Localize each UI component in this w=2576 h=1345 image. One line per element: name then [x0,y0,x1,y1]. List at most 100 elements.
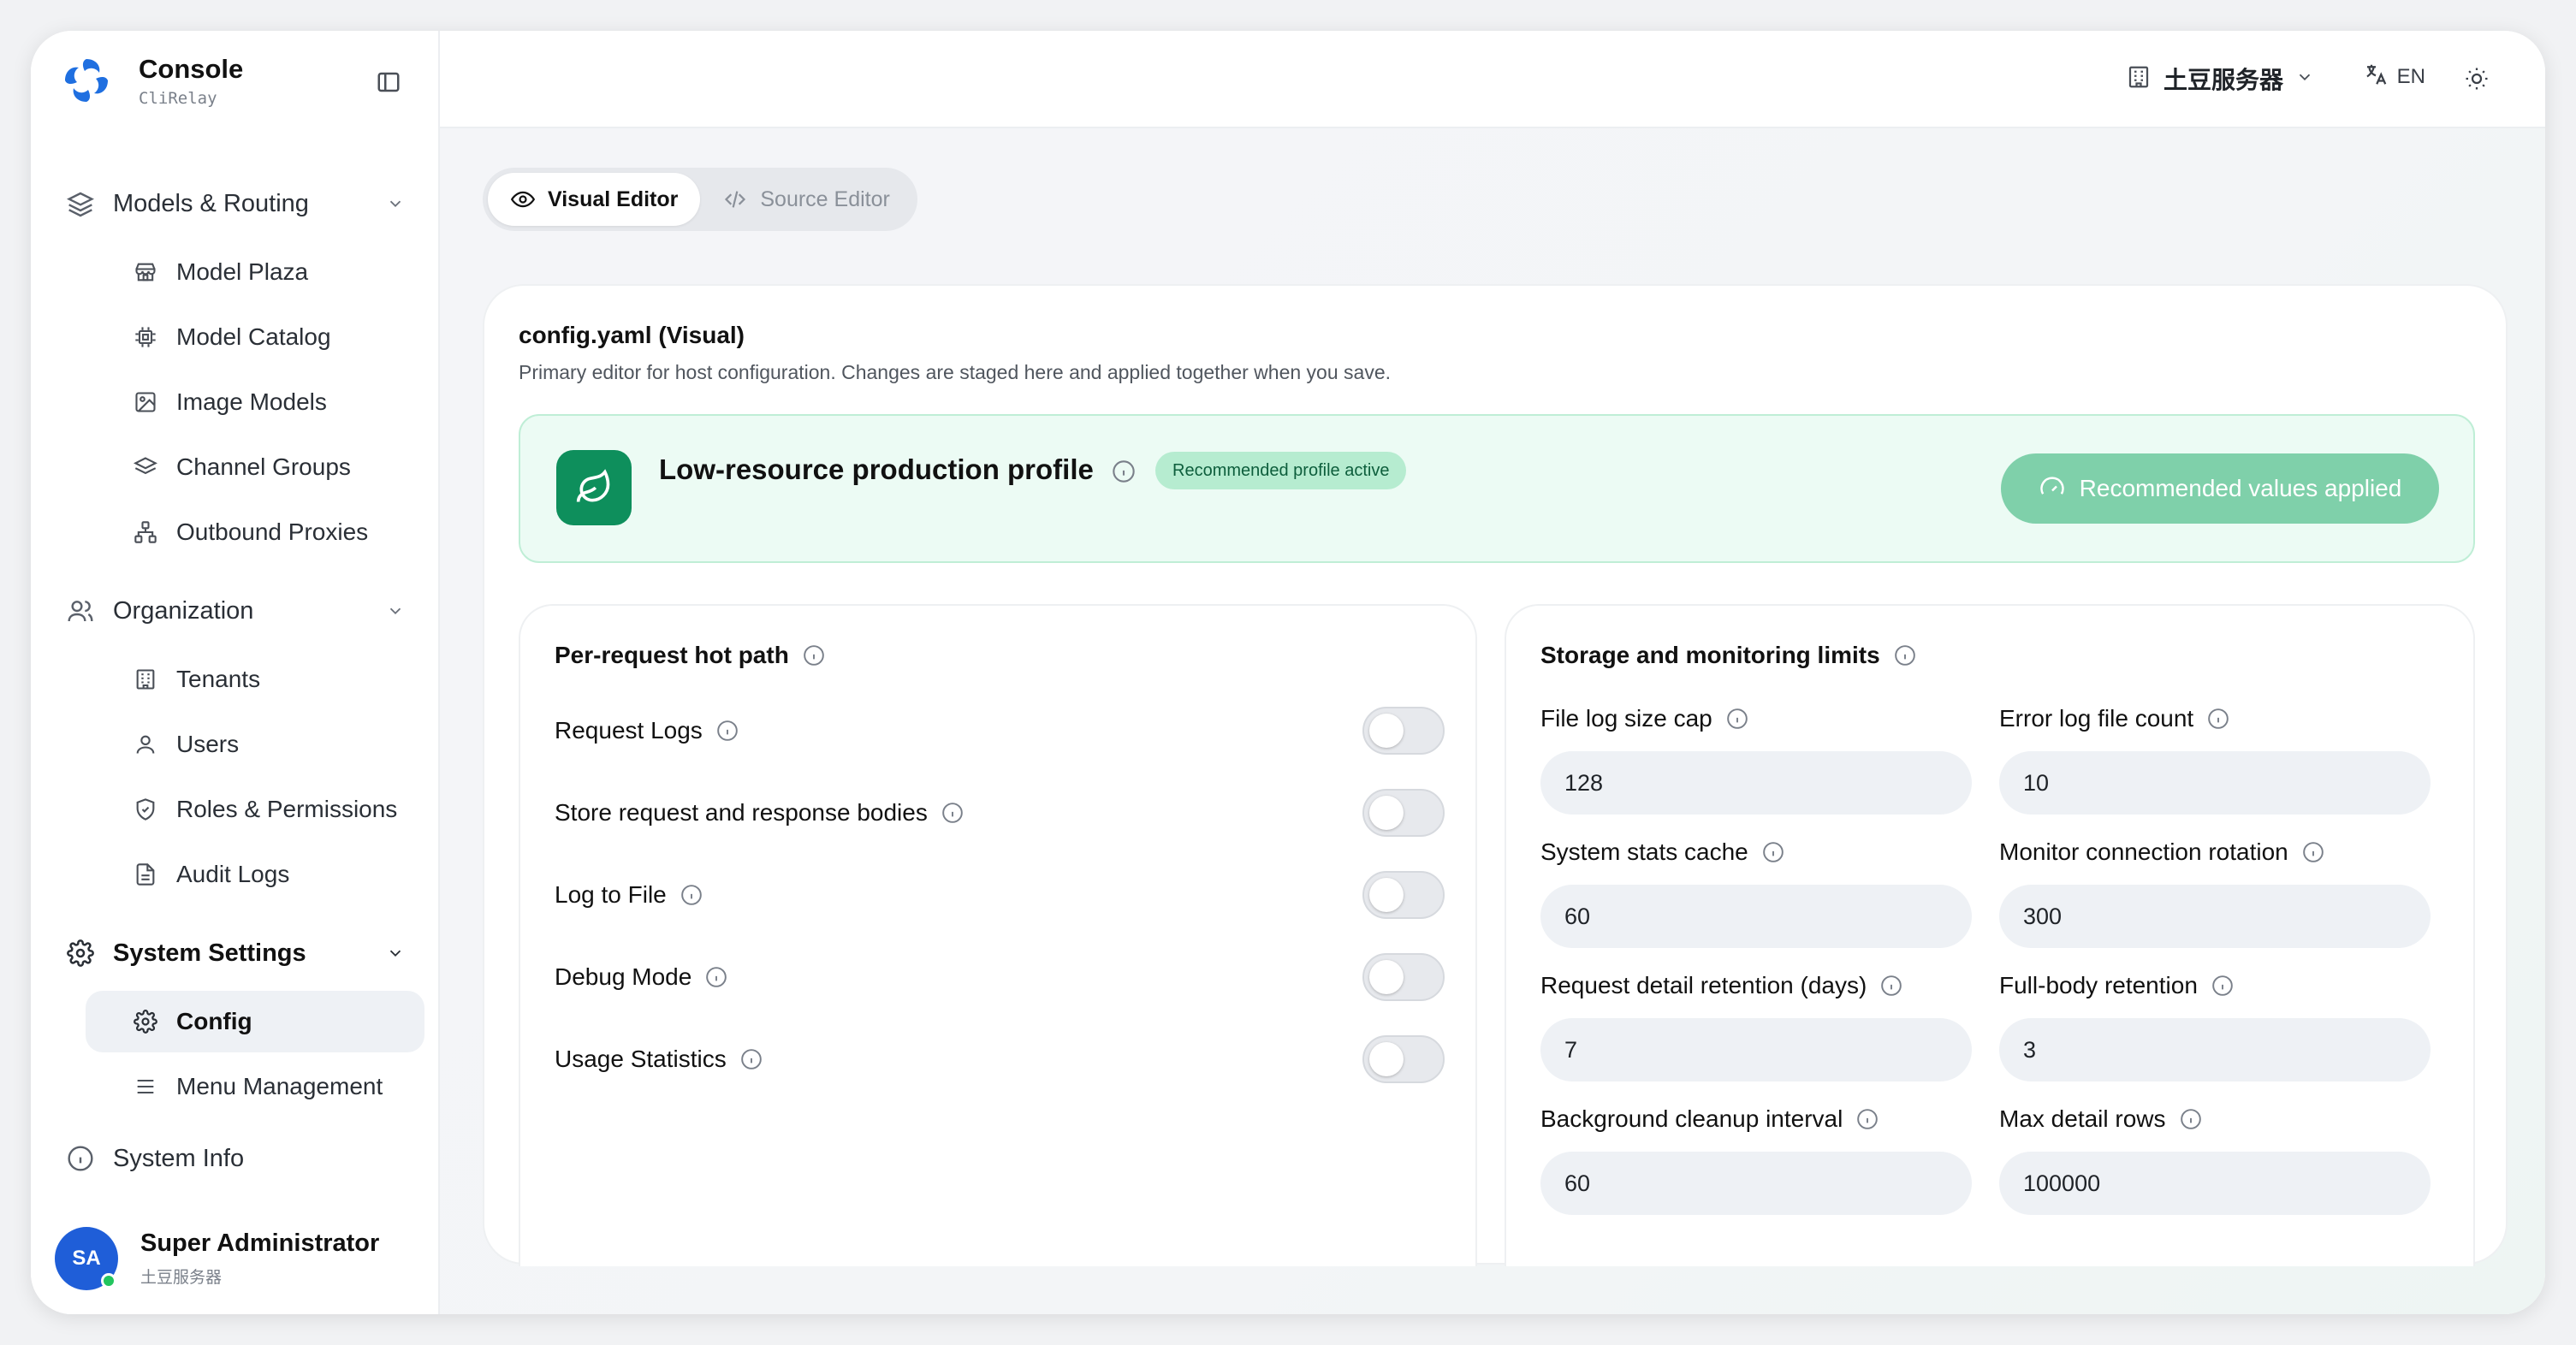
info-icon[interactable] [801,643,827,668]
store-bodies-toggle[interactable] [1362,789,1445,837]
brand-subtitle: CliRelay [139,89,217,108]
log-to-file-toggle[interactable] [1362,871,1445,919]
toggle-row-store-bodies: Store request and response bodies [555,787,1445,838]
users-icon [65,595,96,626]
avatar: SA [55,1227,118,1290]
info-icon[interactable] [1724,706,1750,732]
file-log-size-cap-input[interactable] [1540,751,1972,815]
sidebar-item-label: Model Catalog [176,323,331,350]
sidebar-item-label: Menu Management [176,1073,383,1099]
tab-source-editor[interactable]: Source Editor [700,173,911,226]
brand-logo-icon [65,59,108,102]
sidebar-item-tenants[interactable]: Tenants [86,649,424,710]
info-icon[interactable] [1879,973,1904,998]
field-background-cleanup-interval: Background cleanup interval [1540,1102,1972,1215]
info-icon[interactable] [2178,1106,2204,1132]
hot-path-panel: Per-request hot path Request Logs Store … [519,604,1477,1266]
sidebar-item-system-info[interactable]: System Info [65,1135,416,1182]
limits-panel: Storage and monitoring limits File log s… [1505,604,2475,1266]
error-log-file-count-input[interactable] [1999,751,2431,815]
info-icon[interactable] [2205,706,2231,732]
theme-toggle-button[interactable] [2460,62,2494,96]
info-icon[interactable] [1892,643,1918,668]
main-content: 土豆服务器 EN Visual Editor Source Editor con [440,31,2545,1314]
leaf-icon [556,450,632,525]
tab-label: Visual Editor [548,187,679,211]
info-icon[interactable] [679,882,704,908]
debug-mode-toggle[interactable] [1362,953,1445,1001]
sidebar-item-label: Roles & Permissions [176,796,398,822]
usage-statistics-toggle[interactable] [1362,1035,1445,1083]
sidebar-item-roles-permissions[interactable]: Roles & Permissions [86,779,424,840]
sidebar-item-label: Model Plaza [176,258,309,285]
language-label: EN [2396,64,2425,88]
tab-visual-editor[interactable]: Visual Editor [488,173,701,226]
sidebar-item-label: Config [176,1008,252,1034]
info-icon[interactable] [940,800,965,826]
info-icon[interactable] [1855,1106,1880,1132]
menu-icon [132,1073,159,1100]
request-logs-toggle[interactable] [1362,707,1445,755]
field-monitor-connection-rotation: Monitor connection rotation [1999,835,2431,948]
sidebar-item-label: Outbound Proxies [176,518,369,545]
nav-group-label: Models & Routing [113,189,309,217]
store-icon [132,258,159,286]
document-icon [132,861,159,888]
info-icon[interactable] [739,1046,764,1072]
sidebar-item-audit-logs[interactable]: Audit Logs [86,844,424,905]
brand[interactable]: Console CliRelay [62,53,243,108]
sidebar-item-image-models[interactable]: Image Models [86,371,424,433]
sidebar-item-label: Tenants [176,666,261,692]
field-full-body-retention: Full-body retention [1999,969,2431,1081]
toggle-knob [1369,1042,1404,1076]
nav-group-system-settings[interactable]: System Settings [65,929,416,977]
eye-icon [510,187,536,212]
sun-icon [2466,68,2488,90]
info-icon[interactable] [1760,839,1786,865]
sidebar-collapse-button[interactable] [371,65,406,99]
building-icon [2126,64,2152,94]
chip-icon [132,323,159,351]
tab-label: Source Editor [760,187,890,211]
online-status-dot [101,1273,116,1289]
background-cleanup-interval-input[interactable] [1540,1152,1972,1215]
sidebar-item-menu-management[interactable]: Menu Management [86,1056,424,1117]
recommended-values-applied-button[interactable]: Recommended values applied [2001,453,2439,524]
toggle-knob [1369,714,1404,748]
sidebar-item-users[interactable]: Users [86,714,424,775]
sidebar-item-model-plaza[interactable]: Model Plaza [86,241,424,303]
sidebar-item-config[interactable]: Config [86,991,424,1052]
monitor-connection-rotation-input[interactable] [1999,885,2431,948]
nav-group-organization[interactable]: Organization [65,587,416,635]
info-icon[interactable] [1111,459,1137,484]
max-detail-rows-input[interactable] [1999,1152,2431,1215]
user-org: 土豆服务器 [140,1269,223,1287]
config-description: Primary editor for host configuration. C… [519,361,1392,383]
nav-group-models-routing[interactable]: Models & Routing [65,180,416,228]
gear-icon [65,938,96,969]
sidebar-item-channel-groups[interactable]: Channel Groups [86,436,424,498]
request-detail-retention-input[interactable] [1540,1018,1972,1081]
toggle-row-request-logs: Request Logs [555,705,1445,756]
sidebar-item-outbound-proxies[interactable]: Outbound Proxies [86,501,424,563]
info-icon[interactable] [2210,973,2235,998]
status-badge: Recommended profile active [1155,452,1407,489]
toggle-row-debug-mode: Debug Mode [555,951,1445,1003]
field-system-stats-cache: System stats cache [1540,835,1972,948]
sidebar: Console CliRelay Models & Routing Model … [31,31,440,1314]
system-stats-cache-input[interactable] [1540,885,1972,948]
translate-icon [2363,62,2389,92]
full-body-retention-input[interactable] [1999,1018,2431,1081]
language-switcher[interactable]: EN [2363,62,2425,92]
panel-title: Per-request hot path [555,642,827,669]
info-icon[interactable] [2300,839,2326,865]
info-icon[interactable] [703,964,729,990]
field-error-log-file-count: Error log file count [1999,702,2431,815]
user-card[interactable]: SA Super Administrator 土豆服务器 [55,1227,379,1290]
building-icon [132,666,159,693]
info-icon[interactable] [715,718,740,744]
tenant-switcher[interactable]: 土豆服务器 [2126,62,2314,96]
editor-mode-tabs: Visual Editor Source Editor [483,168,917,231]
chevron-down-icon [382,190,409,217]
sidebar-item-model-catalog[interactable]: Model Catalog [86,306,424,368]
